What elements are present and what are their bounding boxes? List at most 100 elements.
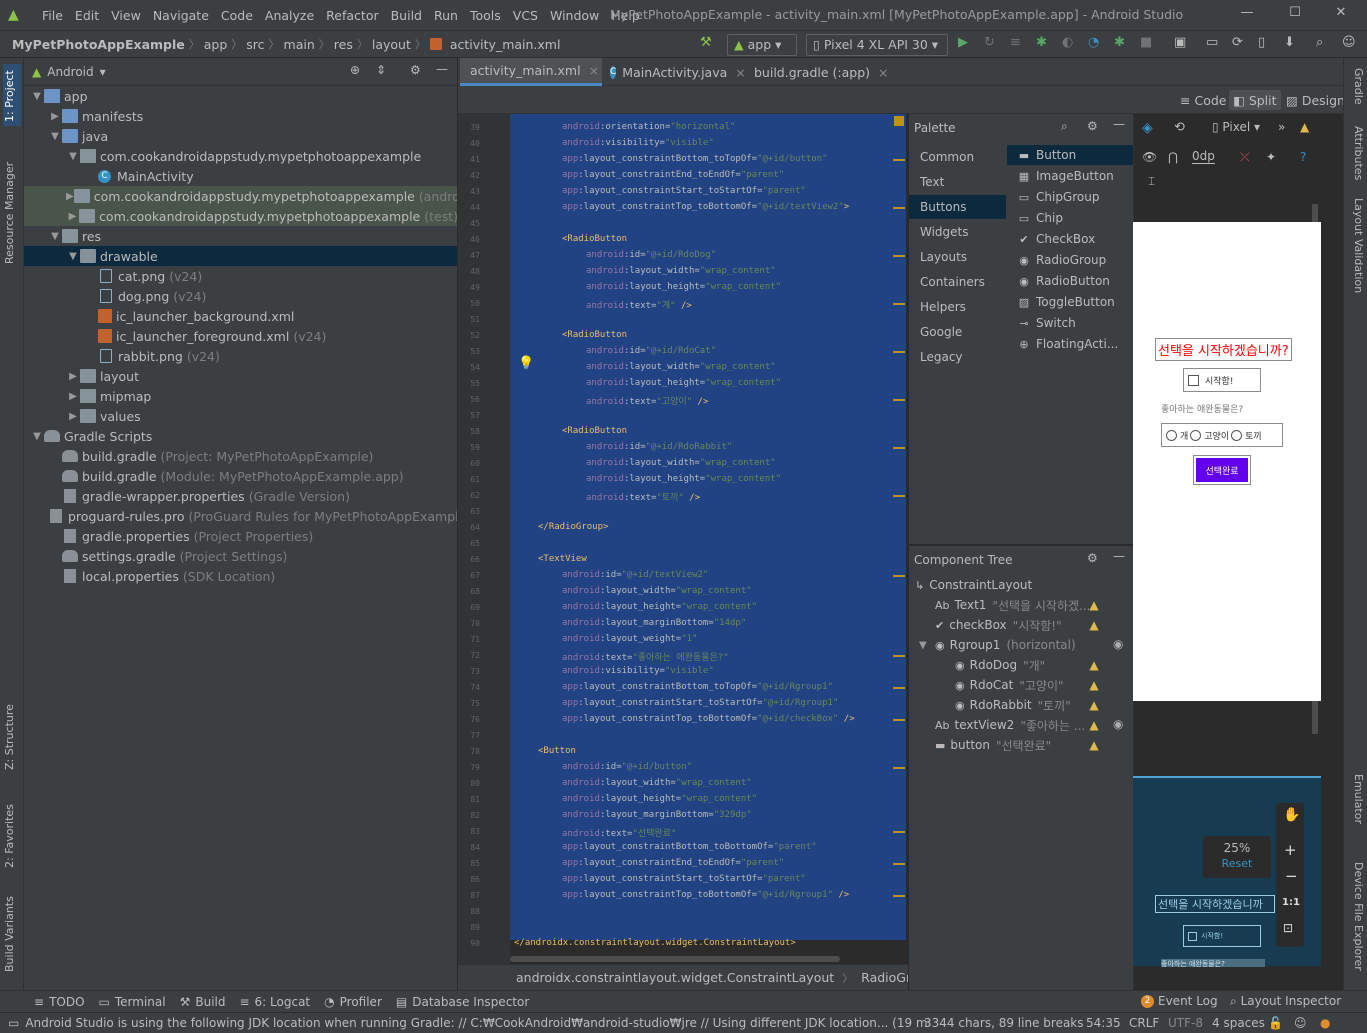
warning-marker[interactable]: [893, 831, 905, 833]
eye-icon[interactable]: ◉: [1113, 717, 1123, 731]
warning-icon[interactable]: ▲: [1087, 618, 1101, 632]
blueprint-checkbox[interactable]: 시작함!: [1183, 925, 1261, 947]
lightbulb-icon[interactable]: 💡: [518, 356, 534, 371]
stop-icon[interactable]: ■: [1140, 35, 1152, 55]
magnet-icon[interactable]: ⋂: [1168, 150, 1178, 164]
chevron-down-icon[interactable]: ▼: [919, 640, 927, 651]
caret-position[interactable]: 54:35: [1086, 1016, 1121, 1030]
baseline-icon[interactable]: ⌶: [1148, 174, 1155, 189]
warning-marker[interactable]: [893, 687, 905, 689]
tab-main-activity[interactable]: C MainActivity.java ×: [604, 58, 746, 86]
tree-item[interactable]: ▶ manifests: [24, 106, 457, 126]
zoom-in-icon[interactable]: +: [1284, 841, 1297, 859]
bottom-tool-tab[interactable]: ◔ Profiler: [324, 995, 382, 1009]
avd-manager-icon[interactable]: ▭: [1206, 35, 1218, 55]
warning-icon[interactable]: ▲: [1087, 738, 1101, 752]
reset-zoom-link[interactable]: Reset: [1203, 857, 1271, 870]
palette-category-buttons[interactable]: Buttons: [909, 195, 1006, 219]
warning-marker[interactable]: [893, 255, 905, 257]
breadcrumb-item[interactable]: src: [242, 37, 268, 52]
debug-icon[interactable]: ✱: [1036, 35, 1047, 55]
sdk-manager-icon[interactable]: ⬇: [1284, 35, 1295, 55]
preview-title[interactable]: 선택을 시작하겠습니까?: [1155, 338, 1292, 361]
gear-icon[interactable]: ⚙: [410, 63, 421, 77]
menu-window[interactable]: Window: [544, 8, 605, 23]
preview-checkbox[interactable]: 시작함!: [1183, 368, 1261, 392]
infer-constraints-icon[interactable]: ✦: [1266, 150, 1276, 164]
palette-category-common[interactable]: Common: [909, 145, 1006, 169]
close-icon[interactable]: ✕: [1331, 5, 1351, 25]
hide-panel-icon[interactable]: —: [436, 62, 448, 76]
search-icon[interactable]: ⌕: [1061, 119, 1068, 134]
chevron-down-icon[interactable]: ▼: [48, 131, 62, 142]
preview-radio-group[interactable]: 개 고양이 토끼: [1161, 423, 1283, 447]
tree-item[interactable]: gradle.properties (Project Properties): [24, 526, 457, 546]
palette-item[interactable]: ▨ ToggleButton: [1007, 292, 1134, 312]
collapse-all-icon[interactable]: ⇕: [376, 63, 386, 77]
tree-item[interactable]: local.properties (SDK Location): [24, 566, 457, 586]
preview-button[interactable]: 선택완료: [1196, 458, 1248, 482]
tab-project[interactable]: 1: Project: [3, 64, 21, 126]
tree-item[interactable]: build.gradle (Project: MyPetPhotoAppExamp…: [24, 446, 457, 466]
default-margin-field[interactable]: 0dp: [1192, 149, 1215, 164]
file-encoding[interactable]: UTF-8: [1168, 1016, 1203, 1030]
tree-item[interactable]: ▶ com.cookandroidappstudy.mypetphotoappex…: [24, 186, 457, 206]
tree-item[interactable]: ▼ app: [24, 86, 457, 106]
tree-item[interactable]: settings.gradle (Project Settings): [24, 546, 457, 566]
palette-item[interactable]: ◉ RadioGroup: [1007, 250, 1134, 270]
hammer-icon[interactable]: ⚒: [700, 35, 712, 55]
gear-icon[interactable]: ⚙: [1087, 551, 1098, 565]
preview-radio-button[interactable]: 고양이: [1190, 429, 1229, 442]
code-mode-button[interactable]: ≡ Code: [1176, 90, 1231, 110]
split-mode-button[interactable]: ◧ Split: [1229, 90, 1281, 110]
warning-marker[interactable]: [893, 575, 905, 577]
tree-item[interactable]: ic_launcher_background.xml: [24, 306, 457, 326]
tree-item[interactable]: cat.png (v24): [24, 266, 457, 286]
warning-marker[interactable]: [893, 767, 905, 769]
tree-item[interactable]: rabbit.png (v24): [24, 346, 457, 366]
tab-layout-validation[interactable]: Layout Validation: [1347, 198, 1365, 308]
breadcrumb-item[interactable]: main: [280, 37, 319, 52]
account-icon[interactable]: ☺: [1342, 35, 1356, 55]
palette-item[interactable]: ▬ Button: [1007, 145, 1134, 165]
lock-icon[interactable]: 🔓: [1268, 1016, 1283, 1030]
tree-item[interactable]: proguard-rules.pro (ProGuard Rules for My…: [24, 506, 457, 526]
tree-item[interactable]: ▼ res: [24, 226, 457, 246]
breadcrumb-item[interactable]: activity_main.xml: [446, 37, 565, 52]
component-tree-item[interactable]: ▼ ◉ Rgroup1 (horizontal): [909, 635, 1134, 655]
actual-size-button[interactable]: 1:1: [1282, 897, 1300, 908]
menu-run[interactable]: Run: [428, 8, 464, 23]
blueprint-title[interactable]: 선택을 시작하겠습니까: [1155, 895, 1275, 913]
menu-refactor[interactable]: Refactor: [320, 8, 384, 23]
tree-item[interactable]: dog.png (v24): [24, 286, 457, 306]
warning-marker[interactable]: [893, 863, 905, 865]
bottom-tool-tab[interactable]: ⚒ Build: [180, 995, 226, 1009]
eye-icon[interactable]: ◉: [1113, 637, 1123, 651]
bottom-tool-tab[interactable]: ≡ TODO: [34, 995, 85, 1009]
tree-item[interactable]: ▶ mipmap: [24, 386, 457, 406]
palette-item[interactable]: ▭ Chip: [1007, 208, 1134, 228]
chevron-right-icon[interactable]: ▶: [66, 191, 74, 202]
breadcrumb-item[interactable]: res: [330, 37, 357, 52]
menu-vcs[interactable]: VCS: [507, 8, 544, 23]
breadcrumb-item[interactable]: app: [200, 37, 232, 52]
warning-marker[interactable]: [893, 351, 905, 353]
coverage-icon[interactable]: ✱: [1114, 35, 1125, 55]
chevron-down-icon[interactable]: ▼: [30, 431, 44, 442]
tree-item[interactable]: ▶ layout: [24, 366, 457, 386]
xml-breadcrumb-item[interactable]: androidx.constraintlayout.widget.Constra…: [516, 970, 834, 985]
chevron-right-icon[interactable]: ▶: [66, 211, 79, 222]
git-icon[interactable]: ☺: [1294, 1016, 1307, 1030]
tree-item[interactable]: ▶ com.cookandroidappstudy.mypetphotoappex…: [24, 206, 457, 226]
warning-marker[interactable]: [893, 895, 905, 897]
device-select[interactable]: ▯ Pixel 4 XL API 30 ▾: [806, 34, 948, 56]
fit-screen-icon[interactable]: ⊡: [1283, 921, 1293, 935]
close-tab-icon[interactable]: ×: [589, 63, 599, 78]
tab-structure[interactable]: Z: Structure: [3, 698, 21, 770]
chevron-right-icon[interactable]: ▶: [66, 411, 80, 422]
palette-item[interactable]: ⊸ Switch: [1007, 313, 1134, 333]
horizontal-scrollbar[interactable]: [510, 956, 840, 962]
warning-icon[interactable]: ▲: [1087, 698, 1101, 712]
chevron-down-icon[interactable]: ▼: [48, 231, 62, 242]
tab-resource-manager[interactable]: Resource Manager: [3, 154, 21, 264]
